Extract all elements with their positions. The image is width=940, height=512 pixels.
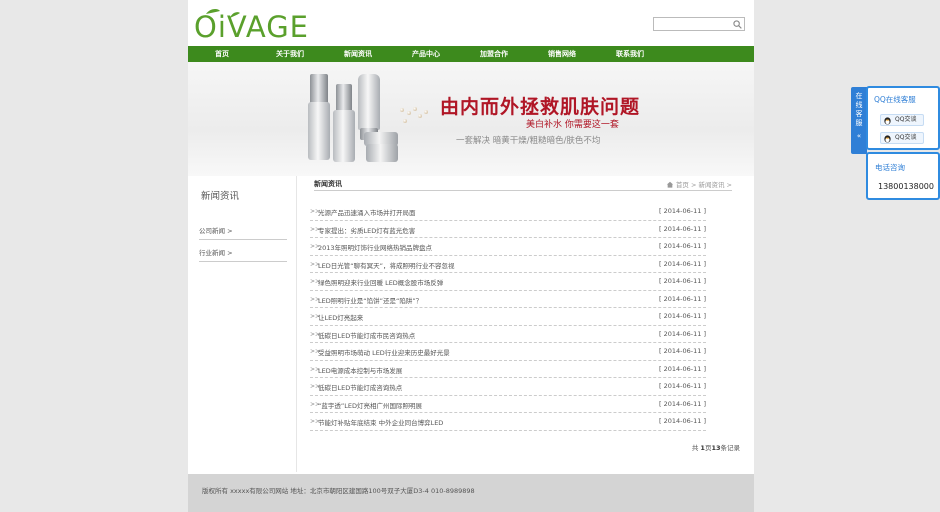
list-item[interactable]: >> 低碳日LED节能灯成市民咨询热点[ 2014-06-11 ]	[310, 326, 706, 343]
nav-about[interactable]: 关于我们	[256, 46, 324, 62]
banner-subtitle: 美白补水 你需要这一套	[526, 120, 619, 130]
list-item[interactable]: >> “蓝宇透”LED灯亮相广州国际照明展[ 2014-06-11 ]	[310, 396, 706, 413]
breadcrumb-text[interactable]: 首页 > 新闻资讯 >	[676, 179, 732, 189]
news-title[interactable]: 低碳日LED节能灯成市民咨询热点	[318, 330, 415, 340]
collapse-icon[interactable]: «	[851, 132, 867, 141]
news-date: [ 2014-06-11 ]	[659, 242, 706, 250]
hero-banner[interactable]: 由内而外拯救肌肤问题 美白补水 你需要这一套 一套解决 暗黄干燥/粗糙暗色/肤色…	[188, 62, 754, 176]
news-date: [ 2014-06-11 ]	[659, 329, 706, 338]
news-date: [ 2014-06-11 ]	[659, 347, 706, 355]
news-title[interactable]: 节能灯补贴年底结束 中外企业同台博弈LED	[318, 417, 443, 427]
logo-text: OiVAGE	[194, 10, 309, 44]
sidebar-title: 新闻资讯	[201, 191, 240, 202]
news-title[interactable]: 光源产品迅速涌入市场并打开局面	[318, 207, 416, 217]
sidebar-item-company-news[interactable]: 公司新闻 >	[199, 222, 287, 240]
logo[interactable]: OiVAGE	[194, 6, 309, 44]
nav-products[interactable]: 产品中心	[392, 46, 460, 62]
qq-chat-label: QQ交谈	[895, 134, 917, 141]
banner-tagline: 一套解决 暗黄干燥/粗糙暗色/肤色不均	[456, 136, 601, 146]
nav-home[interactable]: 首页	[188, 46, 256, 62]
news-date: [ 2014-06-11 ]	[659, 294, 706, 303]
list-item[interactable]: >> 让LED灯亮起来[ 2014-06-11 ]	[310, 308, 706, 326]
footer-copyright: 版权所有 xxxxx有限公司网站 地址：北京市朝阳区建国路100号双子大厦D3-…	[202, 487, 475, 495]
news-title[interactable]: LED照明行业是“馅饼”还是“陷阱”？	[318, 295, 422, 305]
list-item[interactable]: >> LED电源成本控制与市场发展[ 2014-06-11 ]	[310, 361, 706, 378]
news-date: [ 2014-06-11 ]	[659, 382, 706, 390]
news-title[interactable]: 受益照明市场萌动 LED行业迎来历史最好光景	[318, 347, 450, 357]
qq-chat-button[interactable]: QQ交谈	[880, 114, 924, 126]
search-input[interactable]	[653, 17, 745, 31]
news-date: [ 2014-06-11 ]	[659, 224, 706, 233]
service-tab[interactable]: 在线客服 «	[851, 87, 867, 154]
breadcrumb: 首页 > 新闻资讯 >	[666, 179, 732, 189]
content-header: 新闻资讯 首页 > 新闻资讯 >	[314, 177, 732, 191]
news-date: [ 2014-06-11 ]	[659, 417, 706, 425]
news-date: [ 2014-06-11 ]	[659, 259, 706, 268]
list-item[interactable]: >> LED照明行业是“馅饼”还是“陷阱”？[ 2014-06-11 ]	[310, 291, 706, 308]
banner-title: 由内而外拯救肌肤问题	[440, 96, 641, 118]
list-item[interactable]: >> 光源产品迅速涌入市场并打开局面[ 2014-06-11 ]	[310, 203, 706, 221]
list-item[interactable]: >> 绿色照明迎来行业回暖 LED概念股市场反弹[ 2014-06-11 ]	[310, 273, 706, 291]
nav-news[interactable]: 新闻资讯	[324, 46, 392, 62]
qq-penguin-icon	[884, 117, 891, 125]
qq-chat-label: QQ交谈	[895, 116, 917, 123]
nav-franchise[interactable]: 加盟合作	[460, 46, 528, 62]
news-title[interactable]: LED日光管“聊有冥天”，将成照明行业不容忽视	[318, 260, 454, 270]
phone-panel-title: 电话咨询	[875, 163, 905, 172]
qq-service-panel: QQ在线客服 QQ交谈 QQ交谈	[866, 86, 940, 150]
pager-total: 13	[711, 444, 721, 452]
phone-panel: 电话咨询 13800138000	[866, 152, 940, 200]
list-item[interactable]: >> LED日光管“聊有冥天”，将成照明行业不容忽视[ 2014-06-11 ]	[310, 256, 706, 273]
pager-suffix: 条记录	[720, 444, 741, 452]
footer: 版权所有 xxxxx有限公司网站 地址：北京市朝阳区建国路100号双子大厦D3-…	[188, 474, 754, 512]
news-title[interactable]: LED电源成本控制与市场发展	[318, 365, 402, 375]
list-item[interactable]: >> 专家提出：劣质LED灯有蓝光危害[ 2014-06-11 ]	[310, 221, 706, 238]
list-item[interactable]: >> 2013年照明灯饰行业网络热销品牌盘点[ 2014-06-11 ]	[310, 238, 706, 256]
home-icon	[666, 181, 674, 188]
news-date: [ 2014-06-11 ]	[659, 399, 706, 408]
news-date: [ 2014-06-11 ]	[659, 277, 706, 285]
nav-contact[interactable]: 联系我们	[596, 46, 664, 62]
news-title[interactable]: 2013年照明灯饰行业网络热销品牌盘点	[318, 242, 432, 252]
phone-number: 13800138000	[878, 182, 934, 191]
service-tab-label: 在线客服	[855, 92, 863, 127]
news-title[interactable]: 专家提出：劣质LED灯有蓝光危害	[318, 225, 415, 235]
qq-panel-title: QQ在线客服	[874, 95, 916, 104]
news-title[interactable]: 绿色照明迎来行业回暖 LED概念股市场反弹	[318, 277, 443, 287]
list-item[interactable]: >> 低碳日LED节能灯成咨询热点[ 2014-06-11 ]	[310, 378, 706, 396]
list-item[interactable]: >> 受益照明市场萌动 LED行业迎来历史最好光景[ 2014-06-11 ]	[310, 343, 706, 361]
news-title[interactable]: 让LED灯亮起来	[318, 312, 363, 322]
nav-sales-network[interactable]: 销售网络	[528, 46, 596, 62]
news-title[interactable]: “蓝宇透”LED灯亮相广州国际照明展	[318, 400, 422, 410]
sidebar-item-industry-news[interactable]: 行业新闻 >	[199, 244, 287, 262]
qq-penguin-icon	[884, 135, 891, 143]
news-date: [ 2014-06-11 ]	[659, 364, 706, 373]
pagination-info: 共 1页13条记录	[692, 442, 740, 452]
section-title: 新闻资讯	[314, 180, 342, 188]
news-date: [ 2014-06-11 ]	[659, 207, 706, 215]
list-item[interactable]: >> 节能灯补贴年底结束 中外企业同台博弈LED[ 2014-06-11 ]	[310, 413, 706, 431]
news-title[interactable]: 低碳日LED节能灯成咨询热点	[318, 382, 402, 392]
news-list: >> 光源产品迅速涌入市场并打开局面[ 2014-06-11 ] >> 专家提出：劣…	[310, 203, 706, 431]
news-date: [ 2014-06-11 ]	[659, 312, 706, 320]
search-icon[interactable]	[733, 20, 742, 29]
page-container: OiVAGE 首页 关于我们 新闻资讯 产品中心 加盟合作 销售网络 联系我们	[188, 0, 754, 512]
column-divider	[296, 176, 297, 472]
qq-chat-button[interactable]: QQ交谈	[880, 132, 924, 144]
main-nav: 首页 关于我们 新闻资讯 产品中心 加盟合作 销售网络 联系我们	[188, 46, 754, 62]
